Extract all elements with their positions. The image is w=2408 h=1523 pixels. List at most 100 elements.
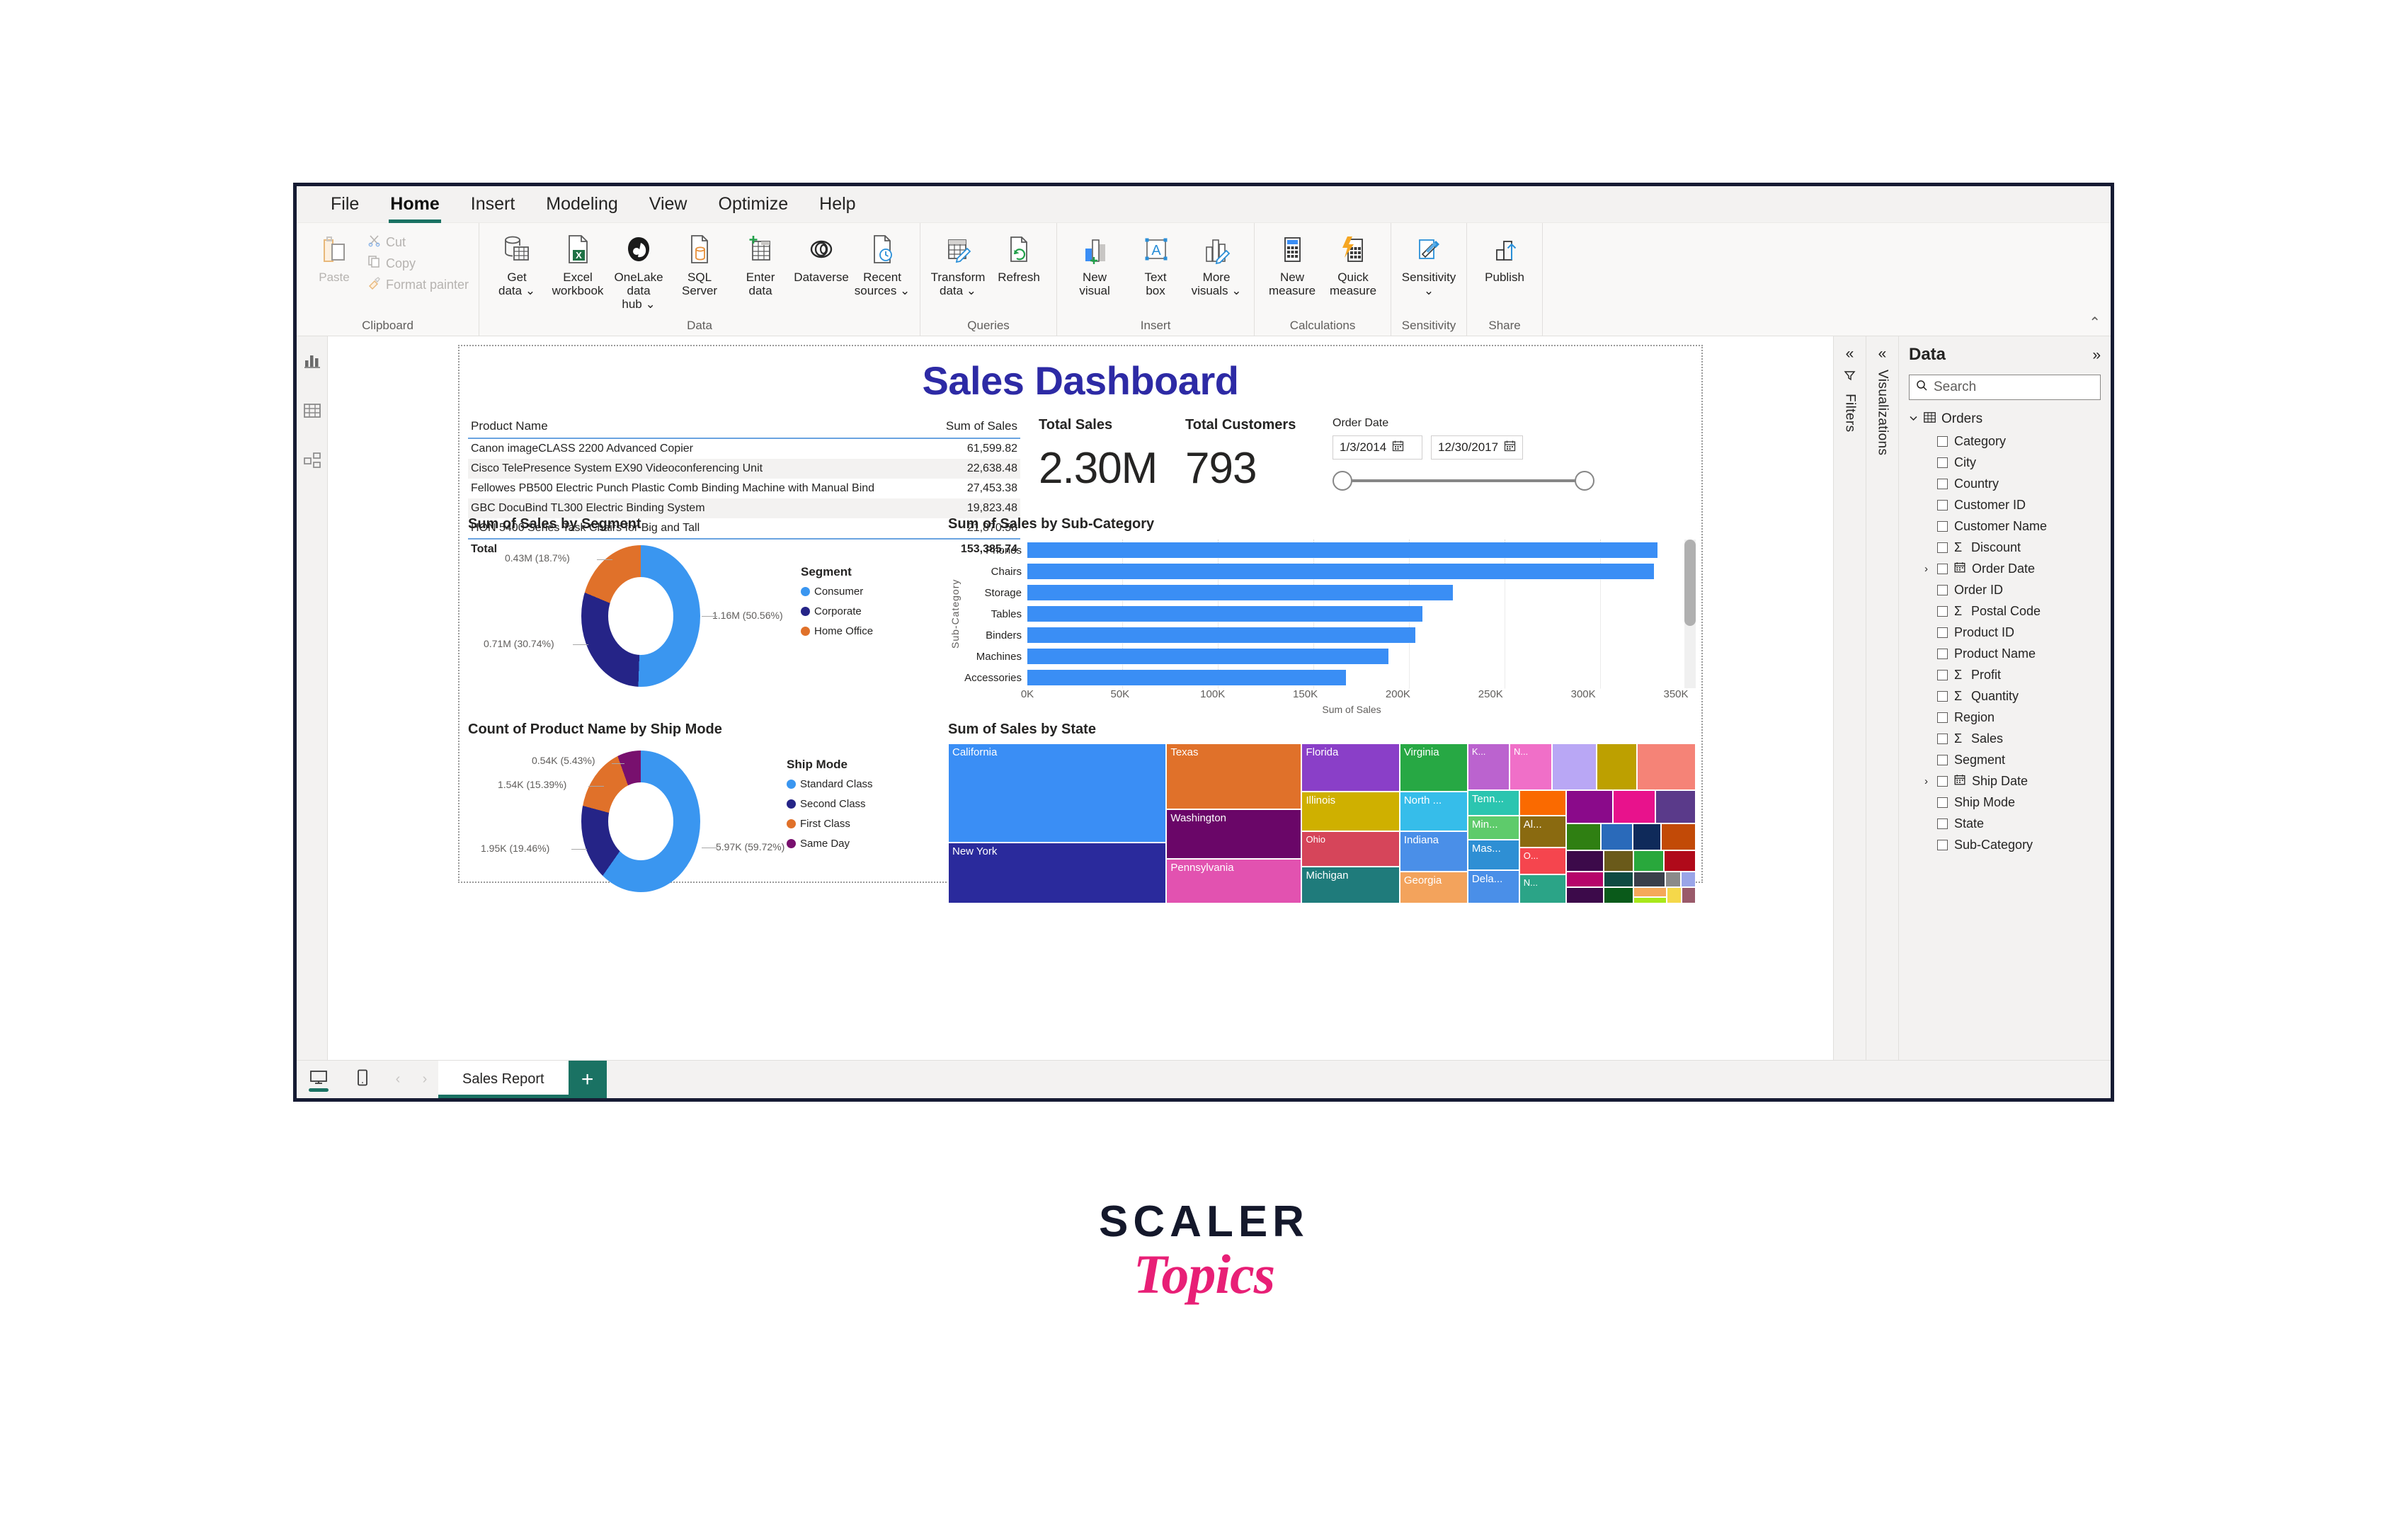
treemap-cell[interactable] — [1604, 871, 1634, 888]
state-treemap-visual[interactable]: Sum of Sales by State California New York… — [948, 721, 1696, 913]
treemap-cell[interactable]: N... — [1519, 874, 1567, 903]
more-visuals-button[interactable]: More visuals ⌄ — [1186, 229, 1247, 300]
treemap-cell[interactable]: Al... — [1519, 815, 1567, 848]
cut-button[interactable]: Cut — [365, 232, 472, 253]
sensitivity-button[interactable]: Sensitivity ⌄ — [1398, 229, 1459, 300]
treemap-cell[interactable]: North ... — [1399, 791, 1468, 832]
legend-item[interactable]: Consumer — [801, 586, 873, 598]
treemap-cell[interactable]: Michigan — [1301, 867, 1400, 903]
field-checkbox[interactable] — [1937, 521, 1948, 532]
table-col-header[interactable]: Sum of Sales — [932, 417, 1020, 439]
treemap-cell[interactable]: Illinois — [1301, 791, 1400, 832]
treemap-cell[interactable] — [1566, 789, 1613, 823]
treemap-cell[interactable] — [1655, 789, 1696, 823]
data-field-customer-name[interactable]: Customer Name — [1909, 519, 2101, 534]
recent-sources-button[interactable]: Recent sources ⌄ — [852, 229, 913, 300]
treemap-cell[interactable] — [1612, 789, 1655, 823]
ribbon-tab-modeling[interactable]: Modeling — [530, 191, 633, 217]
sql-server-button[interactable]: SQL Server — [669, 229, 730, 300]
legend-item[interactable]: Same Day — [787, 838, 873, 850]
legend-item[interactable]: Home Office — [801, 625, 873, 637]
filters-expand-chevron-icon[interactable]: « — [1846, 346, 1854, 361]
treemap-cell[interactable]: Virginia — [1399, 743, 1468, 792]
field-checkbox[interactable] — [1937, 797, 1948, 808]
data-pane-collapse-chevron-icon[interactable]: » — [2092, 348, 2101, 363]
data-field-profit[interactable]: Σ Profit — [1909, 668, 2101, 683]
data-field-ship-date[interactable]: › Ship Date — [1909, 774, 2101, 789]
treemap-cell[interactable]: K... — [1467, 743, 1510, 790]
treemap-cell[interactable] — [1636, 743, 1696, 790]
field-checkbox[interactable] — [1937, 649, 1948, 659]
treemap-cell[interactable] — [1604, 850, 1634, 872]
filters-pane-collapsed[interactable]: « Filters — [1833, 336, 1866, 1060]
data-field-product-name[interactable]: Product Name — [1909, 646, 2101, 661]
page-tab-sales-report[interactable]: Sales Report — [438, 1061, 569, 1098]
treemap-cell[interactable]: Washington — [1166, 809, 1302, 859]
subcategory-scrollbar-thumb[interactable] — [1684, 540, 1696, 626]
slicer-handle-left[interactable] — [1333, 471, 1352, 491]
collapse-ribbon-button[interactable]: ⌃ — [2089, 314, 2101, 331]
bar-row[interactable] — [1027, 582, 1696, 603]
slicer-handle-right[interactable] — [1575, 471, 1594, 491]
enter-data-button[interactable]: Enter data — [730, 229, 791, 300]
next-page-button[interactable]: › — [411, 1061, 438, 1098]
ribbon-tab-file[interactable]: File — [315, 191, 375, 217]
treemap-cell[interactable] — [1566, 823, 1601, 851]
data-field-sales[interactable]: Σ Sales — [1909, 731, 2101, 746]
segment-donut-visual[interactable]: Sum of Sales by Segment 1.16M (50.56%) 0… — [468, 516, 935, 707]
legend-item[interactable]: Corporate — [801, 605, 873, 617]
legend-item[interactable]: Standard Class — [787, 778, 873, 790]
treemap-cell[interactable] — [1596, 743, 1637, 790]
visualizations-expand-chevron-icon[interactable]: « — [1878, 346, 1887, 361]
treemap-cell[interactable] — [1519, 789, 1567, 816]
copy-button[interactable]: Copy — [365, 253, 472, 274]
treemap-cell[interactable]: Florida — [1301, 743, 1400, 792]
shipmode-donut-visual[interactable]: Count of Product Name by Ship Mode 5.97K… — [468, 721, 935, 913]
bar-row[interactable] — [1027, 624, 1696, 646]
treemap-cell[interactable]: Min... — [1467, 815, 1519, 840]
bar-fill[interactable] — [1027, 627, 1415, 643]
report-canvas[interactable]: Sales Dashboard Product Name Sum of Sales… — [458, 345, 1703, 903]
report-view-button[interactable] — [300, 352, 324, 373]
treemap-cell[interactable]: Indiana — [1399, 831, 1468, 872]
field-checkbox[interactable] — [1937, 818, 1948, 829]
bar-row[interactable] — [1027, 646, 1696, 667]
treemap-cell[interactable]: California — [948, 743, 1167, 843]
slicer-range-track[interactable] — [1333, 468, 1594, 494]
treemap-cell[interactable] — [1661, 823, 1696, 851]
new-visual-button[interactable]: New visual — [1064, 229, 1125, 300]
visualizations-pane-collapsed[interactable]: « Visualizations — [1866, 336, 1898, 1060]
treemap-cell[interactable] — [1604, 887, 1634, 903]
text-box-button[interactable]: A Text box — [1125, 229, 1186, 300]
bar-row[interactable] — [1027, 540, 1696, 561]
table-row[interactable]: Fellowes PB500 Electric Punch Plastic Co… — [468, 479, 1020, 498]
field-checkbox[interactable] — [1937, 712, 1948, 723]
treemap-cell[interactable] — [1633, 896, 1667, 903]
treemap-cell[interactable] — [1633, 850, 1664, 872]
data-field-region[interactable]: Region — [1909, 710, 2101, 725]
treemap-cell[interactable]: Texas — [1166, 743, 1302, 809]
desktop-layout-button[interactable] — [297, 1061, 341, 1098]
bar-fill[interactable] — [1027, 585, 1454, 600]
table-col-header[interactable]: Product Name — [468, 417, 933, 439]
data-table-orders[interactable]: Orders — [1909, 411, 2101, 427]
table-row[interactable]: Cisco TelePresence System EX90 Videoconf… — [468, 459, 1020, 479]
ribbon-tab-insert[interactable]: Insert — [455, 191, 531, 217]
data-field-category[interactable]: Category — [1909, 434, 2101, 449]
field-checkbox[interactable] — [1937, 840, 1948, 850]
ribbon-tab-help[interactable]: Help — [804, 191, 871, 217]
data-field-discount[interactable]: Σ Discount — [1909, 540, 2101, 555]
field-checkbox[interactable] — [1937, 457, 1948, 468]
paste-button[interactable]: Paste — [304, 229, 365, 287]
data-field-customer-id[interactable]: Customer ID — [1909, 498, 2101, 513]
data-field-country[interactable]: Country — [1909, 477, 2101, 491]
field-checkbox[interactable] — [1937, 691, 1948, 702]
field-checkbox[interactable] — [1937, 776, 1948, 787]
data-field-state[interactable]: State — [1909, 816, 2101, 831]
treemap-cell[interactable] — [1633, 871, 1665, 888]
slicer-end-date-input[interactable]: 12/30/2017 — [1431, 435, 1524, 460]
add-page-button[interactable]: + — [568, 1061, 607, 1098]
ribbon-tab-home[interactable]: Home — [375, 191, 455, 223]
field-checkbox[interactable] — [1937, 436, 1948, 447]
data-field-order-date[interactable]: › Order Date — [1909, 561, 2101, 576]
